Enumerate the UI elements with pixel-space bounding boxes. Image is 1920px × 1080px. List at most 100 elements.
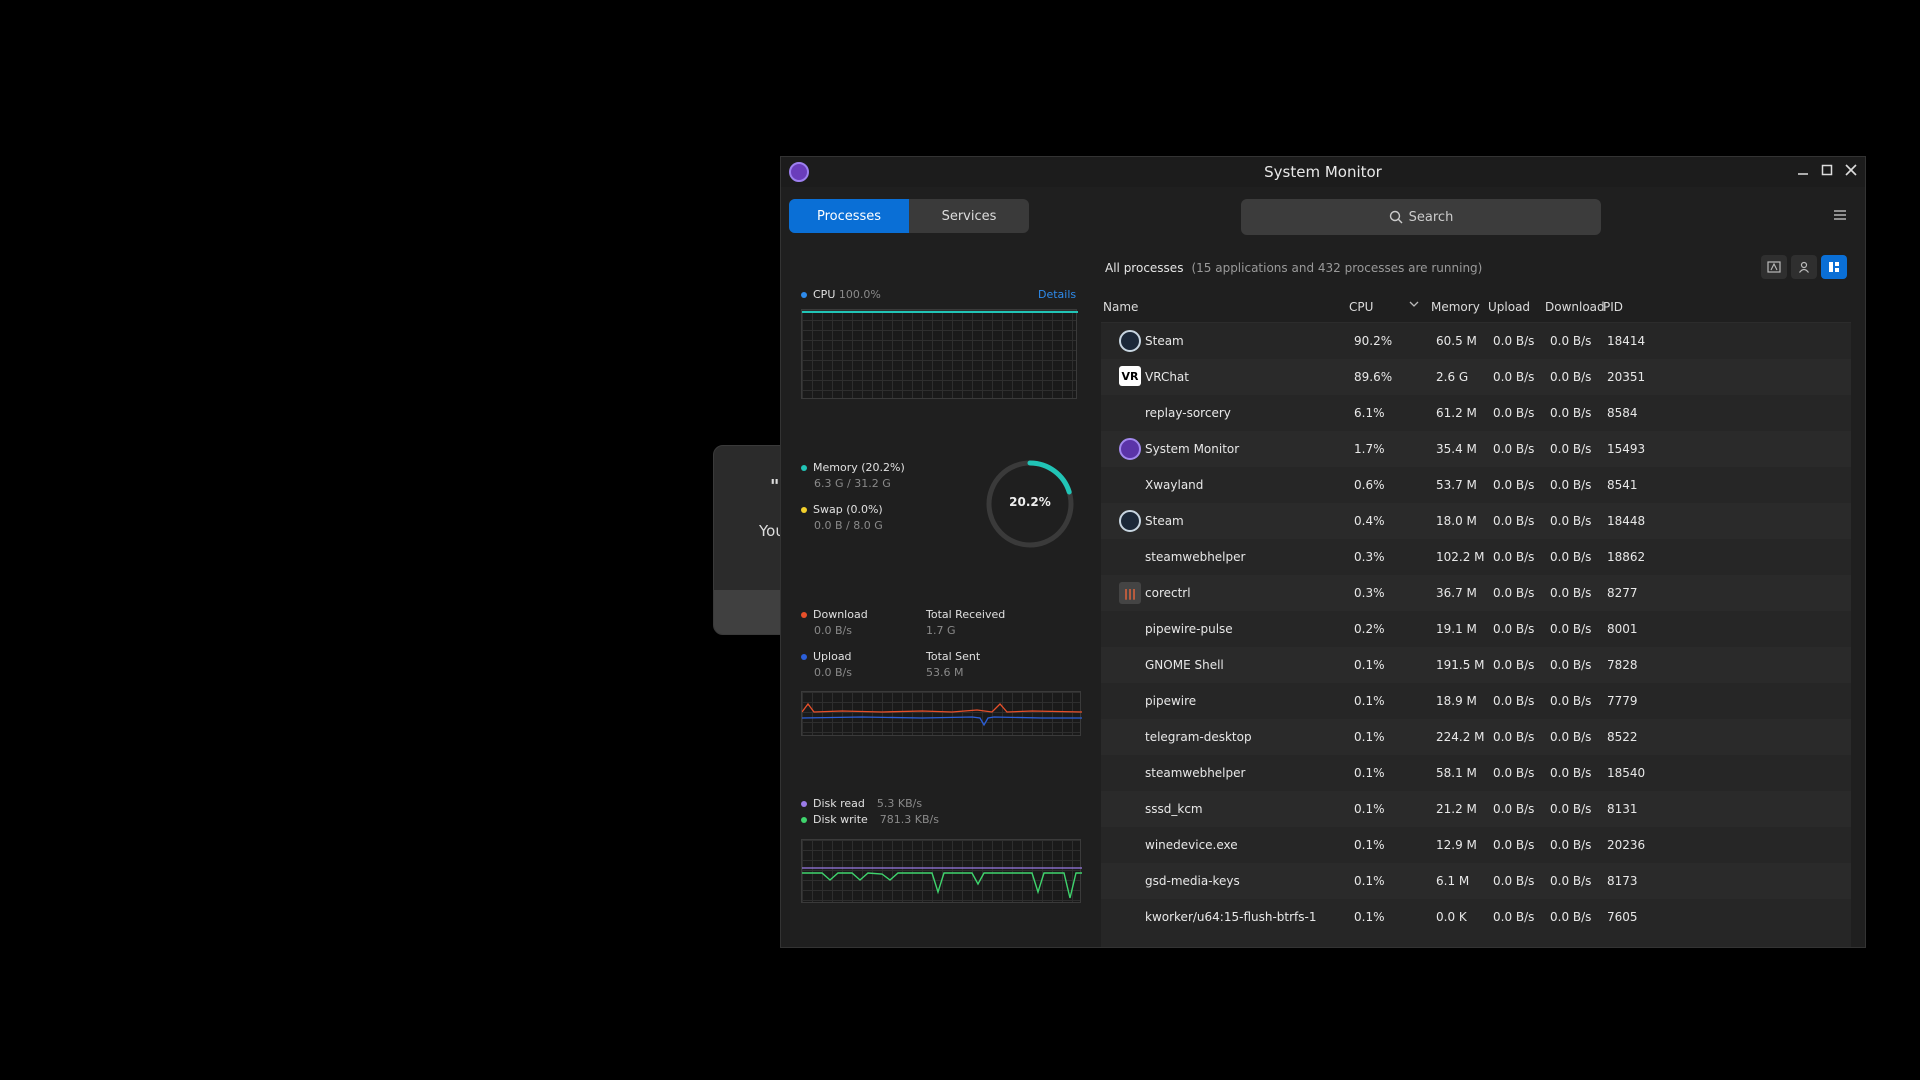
process-download: 0.0 B/s (1550, 334, 1592, 348)
search-input[interactable]: Search (1241, 199, 1601, 235)
column-header-name[interactable]: Name (1103, 300, 1138, 314)
process-download: 0.0 B/s (1550, 586, 1592, 600)
upload-label-text: Upload (813, 650, 852, 663)
download-label: Download (801, 608, 868, 621)
process-memory: 60.5 M (1436, 334, 1477, 348)
process-memory: 18.0 M (1436, 514, 1477, 528)
table-row[interactable]: Steam 90.2% 60.5 M 0.0 B/s 0.0 B/s 18414 (1101, 323, 1851, 359)
process-download: 0.0 B/s (1550, 730, 1592, 744)
all-processes-filter-icon[interactable] (1821, 255, 1847, 279)
user-filter-icon[interactable] (1791, 255, 1817, 279)
process-table-header: Name CPU Memory Upload Download PID (1101, 291, 1851, 323)
table-row[interactable]: Steam 0.4% 18.0 M 0.0 B/s 0.0 B/s 18448 (1101, 503, 1851, 539)
disk-read-value: 5.3 KB/s (876, 797, 923, 810)
download-value: 0.0 B/s (814, 624, 852, 637)
search-placeholder: Search (1408, 209, 1454, 225)
process-download: 0.0 B/s (1550, 802, 1592, 816)
process-name: sssd_kcm (1145, 802, 1203, 816)
process-download: 0.0 B/s (1550, 658, 1592, 672)
table-row[interactable]: sssd_kcm 0.1% 21.2 M 0.0 B/s 0.0 B/s 8131 (1101, 791, 1851, 827)
process-memory: 191.5 M (1436, 658, 1485, 672)
process-upload: 0.0 B/s (1493, 334, 1535, 348)
table-row[interactable]: gsd-media-keys 0.1% 6.1 M 0.0 B/s 0.0 B/s 817… (1101, 863, 1851, 899)
process-pid: 8173 (1607, 874, 1638, 888)
disk-read-legend-dot (801, 801, 807, 807)
cpu-details-link[interactable]: Details (1038, 288, 1076, 301)
process-name: gsd-media-keys (1145, 874, 1240, 888)
column-header-memory[interactable]: Memory (1431, 300, 1480, 314)
process-upload: 0.0 B/s (1493, 694, 1535, 708)
process-pid: 8584 (1607, 406, 1638, 420)
table-row[interactable]: steamwebhelper 0.1% 58.1 M 0.0 B/s 0.0 B/s 18… (1101, 755, 1851, 791)
process-memory: 2.6 G (1436, 370, 1469, 384)
process-count: (15 applications and 432 processes are r… (1191, 261, 1483, 275)
table-row[interactable]: VR VRChat 89.6% 2.6 G 0.0 B/s 0.0 B/s 20351 (1101, 359, 1851, 395)
process-memory: 102.2 M (1436, 550, 1485, 564)
process-download: 0.0 B/s (1550, 622, 1592, 636)
process-name: kworker/u64:15-flush-btrfs-1 (1145, 910, 1317, 924)
process-name: steamwebhelper (1145, 550, 1246, 564)
process-upload: 0.0 B/s (1493, 586, 1535, 600)
sort-descending-icon[interactable] (1409, 298, 1419, 312)
column-header-cpu[interactable]: CPU (1349, 300, 1373, 314)
process-download: 0.0 B/s (1550, 766, 1592, 780)
cpu-legend-dot (801, 292, 807, 298)
titlebar[interactable]: System Monitor (781, 157, 1865, 187)
column-header-upload[interactable]: Upload (1488, 300, 1530, 314)
process-rows: Steam 90.2% 60.5 M 0.0 B/s 0.0 B/s 18414 VR VRC… (1101, 323, 1851, 947)
table-row[interactable]: pipewire 0.1% 18.9 M 0.0 B/s 0.0 B/s 7779 (1101, 683, 1851, 719)
process-upload: 0.0 B/s (1493, 910, 1535, 924)
swap-label: Swap (0.0%) (801, 503, 883, 516)
column-header-pid[interactable]: PID (1603, 300, 1623, 314)
system-monitor-icon (1119, 438, 1141, 460)
table-row[interactable]: telegram-desktop 0.1% 224.2 M 0.0 B/s 0.0 B/… (1101, 719, 1851, 755)
table-row[interactable]: replay-sorcery 6.1% 61.2 M 0.0 B/s 0.0 B/s 85… (1101, 395, 1851, 431)
process-download: 0.0 B/s (1550, 370, 1592, 384)
process-upload: 0.0 B/s (1493, 658, 1535, 672)
memory-label: Memory (20.2%) (801, 461, 905, 474)
hamburger-menu-icon[interactable] (1833, 209, 1847, 223)
process-cpu: 0.1% (1354, 658, 1385, 672)
total-received-label: Total Received (926, 608, 1006, 621)
process-cpu: 0.1% (1354, 766, 1385, 780)
memory-value: 6.3 G / 31.2 G (814, 477, 891, 490)
vrchat-icon: VR (1119, 366, 1141, 386)
process-pid: 18862 (1607, 550, 1646, 564)
table-row[interactable]: winedevice.exe 0.1% 12.9 M 0.0 B/s 0.0 B/s 20… (1101, 827, 1851, 863)
process-cpu: 0.1% (1354, 730, 1385, 744)
disk-write-legend-dot (801, 817, 807, 823)
memory-legend-dot (801, 465, 807, 471)
process-pid: 7605 (1607, 910, 1638, 924)
process-download: 0.0 B/s (1550, 694, 1592, 708)
close-icon[interactable] (1841, 162, 1861, 182)
process-pid: 18448 (1607, 514, 1646, 528)
process-cpu: 1.7% (1354, 442, 1385, 456)
minimize-icon[interactable] (1793, 162, 1813, 182)
table-row[interactable]: GNOME Shell 0.1% 191.5 M 0.0 B/s 0.0 B/s 7828 (1101, 647, 1851, 683)
process-upload: 0.0 B/s (1493, 874, 1535, 888)
process-name: telegram-desktop (1145, 730, 1252, 744)
disk-graph (801, 839, 1082, 903)
table-row[interactable]: pipewire-pulse 0.2% 19.1 M 0.0 B/s 0.0 B/s 80… (1101, 611, 1851, 647)
application-filter-icon[interactable] (1761, 255, 1787, 279)
process-name: Xwayland (1145, 478, 1204, 492)
column-header-download[interactable]: Download (1545, 300, 1605, 314)
table-row[interactable]: System Monitor 1.7% 35.4 M 0.0 B/s 0.0 B/s 15… (1101, 431, 1851, 467)
process-upload: 0.0 B/s (1493, 370, 1535, 384)
process-download: 0.0 B/s (1550, 478, 1592, 492)
process-pid: 20351 (1607, 370, 1646, 384)
process-cpu: 6.1% (1354, 406, 1385, 420)
process-summary: All processes (15 applications and 432 pr… (1105, 261, 1482, 275)
process-pid: 18540 (1607, 766, 1646, 780)
tab-processes[interactable]: Processes (789, 199, 909, 233)
process-pid: 18414 (1607, 334, 1646, 348)
process-memory: 36.7 M (1436, 586, 1477, 600)
table-row[interactable]: ||| corectrl 0.3% 36.7 M 0.0 B/s 0.0 B/s 8277 (1101, 575, 1851, 611)
table-row[interactable]: kworker/u64:15-flush-btrfs-1 0.1% 0.0 K 0.0… (1101, 899, 1851, 935)
table-row[interactable]: Xwayland 0.6% 53.7 M 0.0 B/s 0.0 B/s 8541 (1101, 467, 1851, 503)
process-upload: 0.0 B/s (1493, 514, 1535, 528)
maximize-icon[interactable] (1817, 162, 1837, 182)
table-row[interactable]: steamwebhelper 0.3% 102.2 M 0.0 B/s 0.0 B/s 1… (1101, 539, 1851, 575)
tab-services[interactable]: Services (909, 199, 1029, 233)
process-cpu: 0.2% (1354, 622, 1385, 636)
